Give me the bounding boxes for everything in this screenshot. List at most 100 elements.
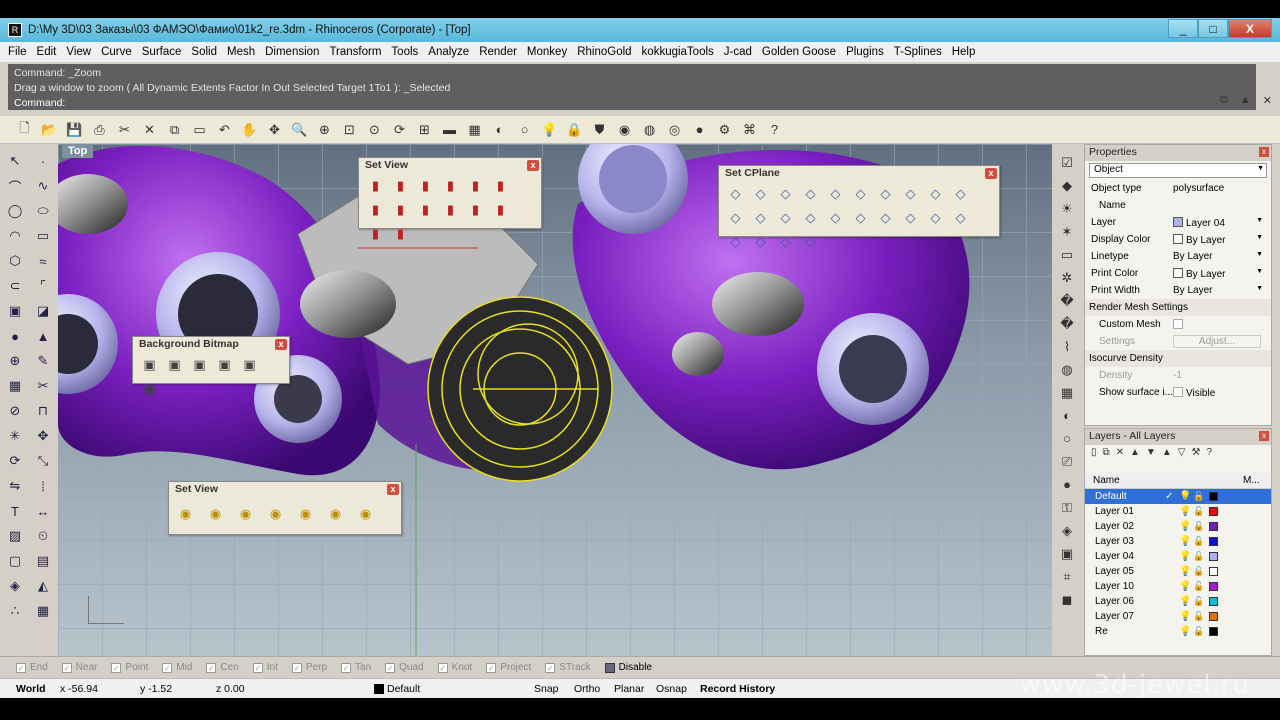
layer-color-swatch[interactable] bbox=[1209, 597, 1218, 606]
cplane-view-icon[interactable]: ◇ bbox=[800, 208, 821, 228]
select-icon[interactable]: ↖ bbox=[3, 150, 27, 172]
cplane-curve-icon[interactable]: ◇ bbox=[725, 208, 746, 228]
layer-color-swatch[interactable] bbox=[1209, 522, 1218, 531]
wireframe-icon[interactable]: ○ bbox=[514, 119, 535, 140]
point-icon[interactable]: · bbox=[31, 150, 55, 172]
arc-icon[interactable]: ◠ bbox=[3, 225, 27, 247]
boolean-icon[interactable]: ⊕ bbox=[3, 350, 27, 372]
environment-icon[interactable]: ✶ bbox=[1057, 221, 1078, 242]
ring-iso-icon[interactable]: ◉ bbox=[265, 504, 286, 524]
pan-icon[interactable]: ✋ bbox=[239, 119, 260, 140]
osnap-checkbox[interactable]: ✓ bbox=[111, 662, 122, 673]
lock-icon[interactable]: 🔓 bbox=[1193, 581, 1207, 592]
ground-plane-icon[interactable]: ▭ bbox=[1057, 244, 1078, 265]
move-bitmap-icon[interactable]: ▣ bbox=[189, 355, 210, 375]
gem-icon[interactable]: ⚿ bbox=[1057, 497, 1078, 518]
grid-icon[interactable]: ▦ bbox=[464, 119, 485, 140]
coordinate-system[interactable]: World bbox=[0, 683, 60, 695]
osnap-project[interactable]: ✓ Project bbox=[486, 662, 531, 673]
perspective-view-icon[interactable]: ▮ bbox=[365, 200, 386, 220]
zoom-selected-icon[interactable]: ⊙ bbox=[364, 119, 385, 140]
plan-view-icon[interactable]: ▮ bbox=[490, 200, 511, 220]
adjust-button[interactable]: Adjust... bbox=[1173, 335, 1261, 348]
menu-tools[interactable]: Tools bbox=[391, 46, 418, 58]
new-sublayer-icon[interactable]: ⧉ bbox=[1103, 447, 1110, 461]
menu-transform[interactable]: Transform bbox=[329, 46, 381, 58]
set-view-panel-1[interactable]: Set View x ▮ ▮ ▮ ▮ ▮ ▮ ▮ ▮ ▮ ▮ ▮ ▮ ▮ ▮ bbox=[358, 157, 542, 241]
menu-t-splines[interactable]: T-Splines bbox=[894, 46, 942, 58]
property-row[interactable]: Layer Layer 04 ▼ bbox=[1085, 214, 1271, 231]
close-icon[interactable]: x bbox=[275, 339, 287, 350]
align-bitmap-icon[interactable]: ▣ bbox=[214, 355, 235, 375]
light-icon[interactable]: 💡 bbox=[539, 119, 560, 140]
layer-color-swatch[interactable] bbox=[1209, 567, 1218, 576]
osnap-checkbox[interactable]: ✓ bbox=[545, 662, 556, 673]
osnap-checkbox[interactable]: ✓ bbox=[162, 662, 173, 673]
history-icon[interactable]: ⏲ bbox=[31, 525, 55, 547]
lock-icon[interactable]: 🔒 bbox=[564, 119, 585, 140]
title-bar[interactable]: R D:\My 3D\03 Заказы\03 ФАМЭО\Фамио\01k2… bbox=[0, 18, 1280, 42]
ring-left-icon[interactable]: ◉ bbox=[295, 504, 316, 524]
help-icon[interactable]: ? bbox=[1206, 447, 1212, 461]
export-icon[interactable]: ◼ bbox=[1057, 589, 1078, 610]
visibility-bulb-icon[interactable]: 💡 bbox=[1179, 596, 1193, 607]
options-icon[interactable]: ⌘ bbox=[739, 119, 760, 140]
osnap-checkbox[interactable]: ✓ bbox=[16, 662, 26, 673]
layer-color-swatch[interactable] bbox=[1209, 582, 1218, 591]
cube-icon[interactable]: ⌗ bbox=[1057, 566, 1078, 587]
osnap-checkbox[interactable]: ✓ bbox=[486, 662, 497, 673]
visibility-bulb-icon[interactable]: 💡 bbox=[1179, 506, 1193, 517]
close-icon[interactable]: x bbox=[527, 160, 539, 171]
set-cplane-panel[interactable]: Set CPlane x ◇ ◇ ◇ ◇ ◇ ◇ ◇ ◇ ◇ ◇ ◇ ◇ ◇ ◇ ◇ ◇ ◇ ◇ ◇ ◇ ◇ ◇ ◇ ◇ bbox=[718, 165, 1000, 249]
ellipse-icon[interactable]: ⬭ bbox=[31, 200, 55, 222]
extrude-icon[interactable]: ▲ bbox=[31, 325, 55, 347]
mesh-icon[interactable]: ▦ bbox=[3, 375, 27, 397]
solid-edit-icon[interactable]: ✎ bbox=[31, 350, 55, 372]
color-wheel-icon[interactable]: ◉ bbox=[614, 119, 635, 140]
osnap-checkbox[interactable]: ✓ bbox=[252, 662, 263, 673]
osnap-mid[interactable]: ✓ Mid bbox=[162, 662, 192, 673]
property-row[interactable]: Print Color By Layer ▼ bbox=[1085, 265, 1271, 282]
osnap-checkbox[interactable] bbox=[604, 662, 615, 673]
osnap-checkbox[interactable]: ✓ bbox=[385, 662, 396, 673]
bottom-view-icon[interactable]: ▮ bbox=[490, 176, 511, 196]
lock-layer-icon[interactable]: ● bbox=[1057, 474, 1078, 495]
property-row[interactable]: Print Width By Layer ▼ bbox=[1085, 282, 1271, 299]
group-icon[interactable]: ▢ bbox=[3, 550, 27, 572]
cplane-xaxis-icon[interactable]: ◇ bbox=[925, 184, 946, 204]
cplane-object-icon[interactable]: ◇ bbox=[775, 208, 796, 228]
cplane-3point-icon[interactable]: ◇ bbox=[900, 184, 921, 204]
lock-icon[interactable]: 🔓 bbox=[1193, 626, 1207, 637]
menu-curve[interactable]: Curve bbox=[101, 46, 132, 58]
planar-toggle[interactable]: Planar bbox=[614, 683, 656, 695]
color-icon[interactable]: ⌇ bbox=[1057, 336, 1078, 357]
layer-state-icon[interactable]: ◆ bbox=[1057, 175, 1078, 196]
cplane-elevation-icon[interactable]: ◇ bbox=[850, 184, 871, 204]
visible-checkbox[interactable] bbox=[1173, 386, 1183, 397]
scale-tool-icon[interactable]: ⤡ bbox=[31, 450, 55, 472]
render-mesh-section[interactable]: Render Mesh Settings bbox=[1085, 299, 1271, 316]
fillet-icon[interactable]: ⌜ bbox=[31, 275, 55, 297]
object-icon[interactable]: ◈ bbox=[1057, 520, 1078, 541]
close-icon[interactable]: x bbox=[1259, 431, 1269, 441]
lock-icon[interactable]: 🔓 bbox=[1193, 491, 1207, 502]
cut-icon[interactable]: ✂ bbox=[114, 119, 135, 140]
close-icon[interactable]: x bbox=[985, 168, 997, 179]
new-layer-icon[interactable]: ▯ bbox=[1091, 447, 1097, 461]
dimension-icon[interactable]: ↔ bbox=[31, 500, 55, 522]
lock-icon[interactable]: 🔓 bbox=[1193, 596, 1207, 607]
layer-color-swatch[interactable] bbox=[1209, 627, 1218, 636]
ring-right-icon[interactable]: ◉ bbox=[325, 504, 346, 524]
cplane-world-front-icon[interactable]: ◇ bbox=[800, 232, 821, 252]
move-icon[interactable]: ✥ bbox=[264, 119, 285, 140]
curve-icon[interactable]: ∿ bbox=[31, 175, 55, 197]
sun-icon[interactable]: ☀ bbox=[1057, 198, 1078, 219]
back-view-icon[interactable]: ▮ bbox=[390, 176, 411, 196]
lock-icon[interactable]: 🔓 bbox=[1193, 521, 1207, 532]
zoom-dynamic-icon[interactable]: ⊕ bbox=[314, 119, 335, 140]
layer-row[interactable]: Re 💡 🔓 bbox=[1085, 624, 1271, 639]
ring-top-icon[interactable]: ◉ bbox=[235, 504, 256, 524]
four-views-icon[interactable]: ⊞ bbox=[414, 119, 435, 140]
lock-icon[interactable]: 🔓 bbox=[1193, 506, 1207, 517]
visibility-bulb-icon[interactable]: 💡 bbox=[1179, 491, 1193, 502]
